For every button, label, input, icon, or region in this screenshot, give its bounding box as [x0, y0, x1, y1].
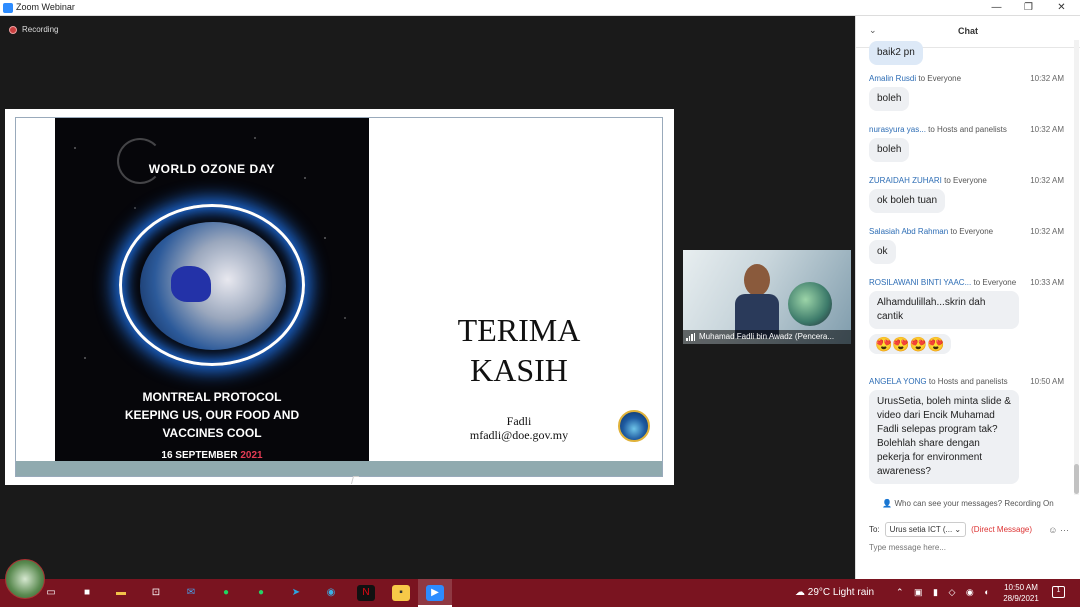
sender-name[interactable]: nurasyura yas... — [869, 125, 926, 134]
chat-message: nurasyura yas... to Hosts and panelists 1… — [869, 125, 1069, 162]
sender-name[interactable]: Amalin Rusdi — [869, 74, 916, 83]
more-options-icon[interactable]: ··· — [1060, 525, 1069, 535]
poster-subtitle: MONTREAL PROTOCOL KEEPING US, OUR FOOD A… — [124, 390, 300, 440]
poster-heading: WORLD OZONE DAY — [148, 162, 276, 176]
message-time: 10:32 AM — [1030, 227, 1064, 236]
mail-icon[interactable]: ✉ — [182, 585, 200, 601]
speaker-person — [735, 264, 779, 338]
restore-button[interactable]: ❐ — [1012, 0, 1045, 16]
emoji-icon[interactable]: ☺ — [1048, 525, 1057, 535]
weather-widget[interactable]: ☁ 29°C Light rain — [795, 587, 874, 598]
sender-name[interactable]: ROSILAWANI BINTI YAAC... — [869, 278, 971, 287]
to-label: To: — [869, 525, 880, 534]
signal-icon — [686, 333, 695, 341]
windows-taskbar: ⊞ ▭ ■ ▬ ⊡ ✉ ● ● ➤ ◉ N ▪ ▶ ☁ 29°C Light r… — [0, 579, 1080, 607]
sender-name[interactable]: Salasiah Abd Rahman — [869, 227, 948, 236]
presenter-name: Fadli — [506, 414, 532, 428]
whatsapp-icon[interactable]: ● — [252, 585, 270, 601]
file-explorer-icon[interactable]: ▬ — [112, 585, 130, 601]
ozone-day-poster: WORLD OZONE DAY MONTREAL PROTOCOL KEEPIN… — [55, 118, 369, 464]
message-text: UrusSetia, boleh minta slide & video dar… — [869, 390, 1019, 484]
close-button[interactable]: ✕ — [1045, 0, 1078, 16]
message-time: 10:33 AM — [1030, 278, 1064, 287]
presentation-slide: WORLD OZONE DAY MONTREAL PROTOCOL KEEPIN… — [15, 117, 663, 477]
chat-message: Salasiah Abd Rahman to Everyone 10:32 AM … — [869, 227, 1069, 264]
chat-message: ANGELA YONG to Hosts and panelists 10:50 … — [869, 377, 1069, 484]
store-icon[interactable]: ⊡ — [147, 585, 165, 601]
spotify-icon[interactable]: ● — [217, 585, 235, 601]
presenter-contact: Fadli mfadli@doe.gov.my — [419, 414, 619, 442]
recipient-row: To: Urus setia ICT (... ⌄ (Direct Messag… — [869, 522, 1069, 537]
task-view-icon[interactable]: ▭ — [42, 585, 60, 601]
chat-message: ROSILAWANI BINTI YAAC... to Everyone 10:3… — [869, 278, 1069, 329]
slide-footer-bar — [16, 461, 662, 476]
organization-logo-overlay — [5, 559, 45, 599]
recipient-dropdown[interactable]: Urus setia ICT (... ⌄ — [884, 522, 967, 537]
recording-indicator[interactable]: Recording — [9, 25, 58, 34]
notification-icon[interactable]: 1 — [1052, 586, 1065, 598]
chat-scrollbar[interactable] — [1074, 40, 1079, 495]
people-icon: 👤 — [882, 499, 893, 508]
chat-panel: ⌄ Chat baik2 pn Amalin Rusdi to Everyone… — [855, 16, 1080, 579]
chat-title: Chat — [958, 26, 978, 36]
netflix-icon[interactable]: N — [357, 585, 375, 601]
emoji-message: 😍😍😍😍 — [869, 334, 951, 354]
chat-message-input[interactable] — [869, 543, 1069, 552]
window-title: Zoom Webinar — [16, 2, 75, 12]
telegram-icon[interactable]: ➤ — [287, 585, 305, 601]
scrollbar-thumb[interactable] — [1074, 464, 1079, 494]
zoom-app-icon — [3, 3, 13, 13]
shared-screen: WORLD OZONE DAY MONTREAL PROTOCOL KEEPIN… — [5, 109, 674, 485]
recording-label: Recording — [22, 25, 59, 34]
message-time: 10:32 AM — [1030, 74, 1064, 83]
edge-icon[interactable]: ◉ — [322, 585, 340, 601]
speaker-name-label: Muhamad Fadli bin Awadz (Pencera... — [683, 330, 851, 344]
recording-dot-icon — [9, 25, 17, 34]
direct-message-label: (Direct Message) — [971, 525, 1033, 534]
doe-logo — [618, 410, 650, 442]
message-time: 10:50 AM — [1030, 377, 1064, 386]
message-time: 10:32 AM — [1030, 176, 1064, 185]
webinar-main-area: Recording WORLD OZONE DAY MONTREAL PROTO… — [0, 16, 855, 579]
sender-name[interactable]: ZURAIDAH ZUHARI — [869, 176, 942, 185]
presenter-email: mfadli@doe.gov.my — [469, 428, 569, 442]
who-can-see-link[interactable]: 👤 Who can see your messages? Recording O… — [856, 499, 1080, 508]
sticky-notes-icon[interactable]: ▪ — [392, 585, 410, 601]
speaker-video[interactable]: Muhamad Fadli bin Awadz (Pencera... — [683, 250, 851, 344]
message-text: boleh — [869, 138, 910, 162]
title-bar: Zoom Webinar — ❐ ✕ — [0, 0, 1080, 16]
zoom-taskbar-icon[interactable]: ▶ — [426, 585, 444, 601]
vaccine-hand-image — [171, 266, 211, 302]
app-icon[interactable]: ■ — [78, 585, 96, 601]
message-text: Alhamdulillah...skrin dah cantik — [869, 291, 1019, 329]
message-text: ok — [869, 240, 896, 264]
thank-you-text: TERIMA KASIH — [457, 312, 581, 388]
taskbar-clock[interactable]: 10:50 AM 28/9/2021 — [996, 582, 1046, 604]
chat-messages[interactable]: baik2 pn Amalin Rusdi to Everyone 10:32 A… — [856, 40, 1071, 495]
cloud-icon: ☁ — [795, 587, 805, 598]
earth-image — [140, 222, 286, 350]
message-time: 10:32 AM — [1030, 125, 1064, 134]
chat-message: baik2 pn — [869, 40, 1069, 65]
chat-message: Amalin Rusdi to Everyone 10:32 AM boleh — [869, 74, 1069, 111]
system-tray-icons[interactable]: ⌃ ▣ ▮ ◇ ◉ ◐ — [896, 587, 994, 598]
sender-name[interactable]: ANGELA YONG — [869, 377, 927, 386]
chat-message: 😍😍😍😍 — [869, 330, 1069, 354]
globe-background — [788, 282, 832, 326]
minimize-button[interactable]: — — [980, 0, 1013, 16]
message-text: ok boleh tuan — [869, 189, 946, 213]
message-text: baik2 pn — [869, 41, 923, 65]
message-text: boleh — [869, 87, 910, 111]
chat-message: ZURAIDAH ZUHARI to Everyone 10:32 AM ok b… — [869, 176, 1069, 213]
moon-graphic — [117, 138, 163, 184]
poster-date: 16 SEPTEMBER 2021 — [161, 450, 263, 461]
